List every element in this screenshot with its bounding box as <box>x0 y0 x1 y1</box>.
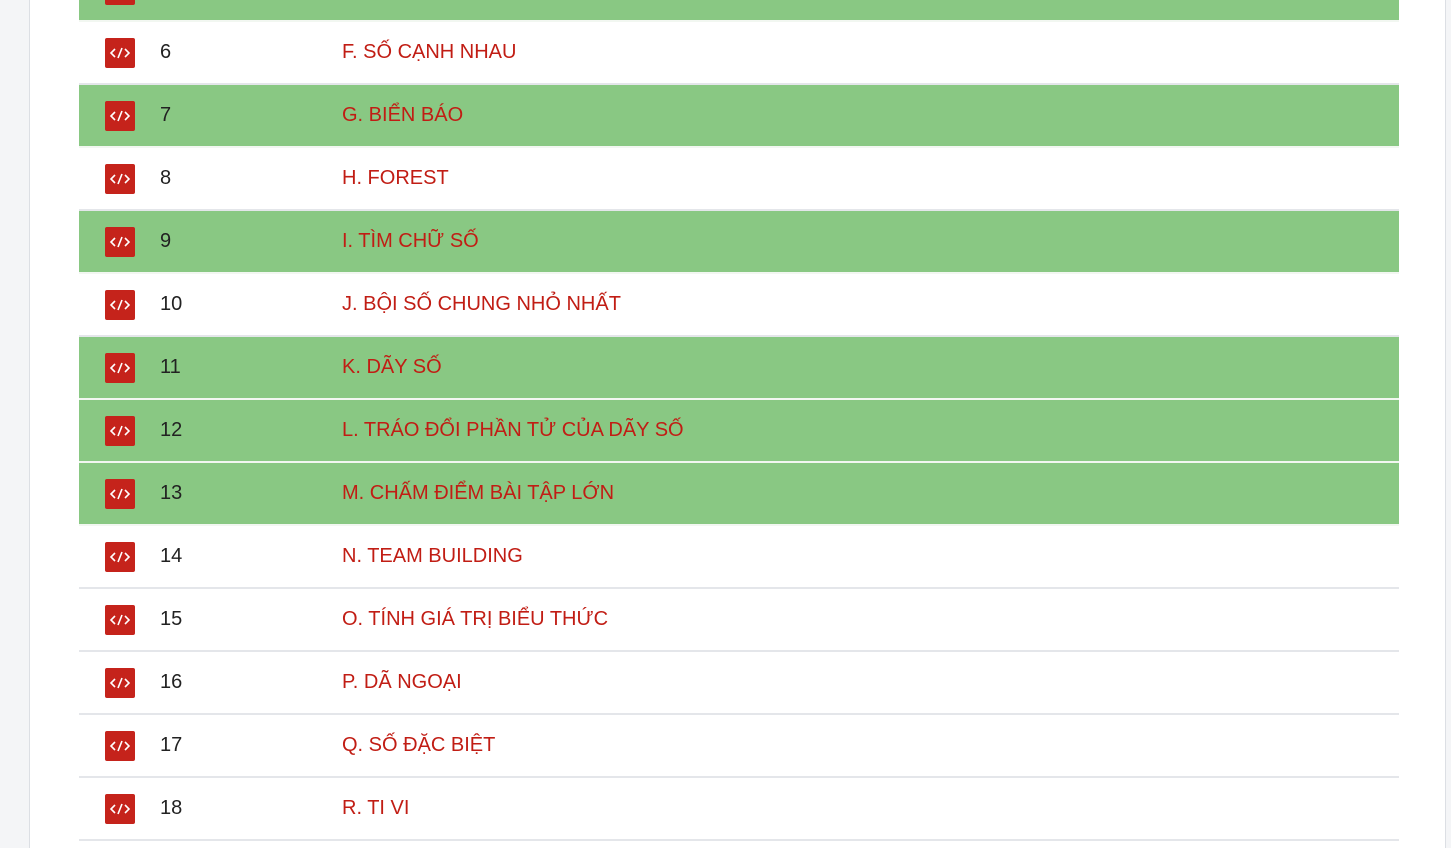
problem-row: 14 N. TEAM BUILDING <box>79 526 1399 589</box>
view-code-button[interactable] <box>105 290 135 320</box>
code-icon <box>109 299 131 311</box>
problem-title-link[interactable]: M. CHẤM ĐIỂM BÀI TẬP LỚN <box>342 463 614 524</box>
problem-number: 5 <box>160 0 171 20</box>
view-code-button[interactable] <box>105 0 135 5</box>
problem-title-link[interactable]: G. BIỂN BÁO <box>342 85 463 146</box>
problem-number: 16 <box>160 671 183 693</box>
problem-number: 14 <box>160 545 183 567</box>
code-icon <box>109 236 131 248</box>
view-code-button[interactable] <box>105 227 135 257</box>
view-code-button[interactable] <box>105 479 135 509</box>
problem-number: 17 <box>160 734 183 756</box>
problem-row: 10 J. BỘI SỐ CHUNG NHỎ NHẤT <box>79 274 1399 337</box>
code-icon <box>109 173 131 185</box>
code-icon <box>109 425 131 437</box>
code-icon <box>109 110 131 122</box>
view-code-button[interactable] <box>105 731 135 761</box>
code-icon <box>109 488 131 500</box>
problem-list-card: 5 E. ĐIỆP 6 F. SỐ CẠNH NHAU 7 G. BIỂN BÁO 8 H. … <box>29 0 1446 848</box>
view-code-button[interactable] <box>105 794 135 824</box>
problem-title-link[interactable]: F. SỐ CẠNH NHAU <box>342 22 516 83</box>
problem-number: 13 <box>160 482 183 504</box>
problem-row: 18 R. TI VI <box>79 778 1399 841</box>
problem-row: 8 H. FOREST <box>79 148 1399 211</box>
code-icon <box>109 740 131 752</box>
code-icon <box>109 362 131 374</box>
view-code-button[interactable] <box>105 164 135 194</box>
view-code-button[interactable] <box>105 353 135 383</box>
view-code-button[interactable] <box>105 605 135 635</box>
problem-row: 13 M. CHẤM ĐIỂM BÀI TẬP LỚN <box>79 463 1399 526</box>
code-icon <box>109 551 131 563</box>
problem-title-link[interactable]: I. TÌM CHỮ SỐ <box>342 211 479 272</box>
problem-row: 16 P. DÃ NGOẠI <box>79 652 1399 715</box>
view-code-button[interactable] <box>105 416 135 446</box>
problem-row: 11 K. DÃY SỐ <box>79 337 1399 400</box>
code-icon <box>109 47 131 59</box>
code-icon <box>109 803 131 815</box>
problem-table: 5 E. ĐIỆP 6 F. SỐ CẠNH NHAU 7 G. BIỂN BÁO 8 H. … <box>79 0 1399 841</box>
problem-number: 15 <box>160 608 183 630</box>
problem-number: 9 <box>160 230 172 252</box>
problem-number: 18 <box>160 797 183 819</box>
problem-row: 9 I. TÌM CHỮ SỐ <box>79 211 1399 274</box>
problem-title-link[interactable]: Q. SỐ ĐẶC BIỆT <box>342 715 495 776</box>
problem-row: 12 L. TRÁO ĐỔI PHẦN TỬ CỦA DÃY SỐ <box>79 400 1399 463</box>
view-code-button[interactable] <box>105 668 135 698</box>
problem-title-link[interactable]: K. DÃY SỐ <box>342 337 442 398</box>
problem-title-link[interactable]: R. TI VI <box>342 778 409 839</box>
problem-title-link[interactable]: N. TEAM BUILDING <box>342 526 523 587</box>
problem-number: 11 <box>160 356 181 378</box>
problem-row: 5 E. ĐIỆP <box>79 0 1399 22</box>
problem-number: 12 <box>160 419 183 441</box>
problem-number: 6 <box>160 41 172 63</box>
view-code-button[interactable] <box>105 38 135 68</box>
problem-row: 6 F. SỐ CẠNH NHAU <box>79 22 1399 85</box>
problem-number: 8 <box>160 167 172 189</box>
problem-number: 10 <box>160 293 183 315</box>
problem-title-link[interactable]: H. FOREST <box>342 148 449 209</box>
code-icon <box>109 614 131 626</box>
code-icon <box>109 677 131 689</box>
view-code-button[interactable] <box>105 542 135 572</box>
view-code-button[interactable] <box>105 101 135 131</box>
problem-title-link[interactable]: J. BỘI SỐ CHUNG NHỎ NHẤT <box>342 274 621 335</box>
problem-title-link[interactable]: L. TRÁO ĐỔI PHẦN TỬ CỦA DÃY SỐ <box>342 400 684 461</box>
problem-row: 15 O. TÍNH GIÁ TRỊ BIỂU THỨC <box>79 589 1399 652</box>
problem-title-link[interactable]: O. TÍNH GIÁ TRỊ BIỂU THỨC <box>342 589 608 650</box>
problem-number: 7 <box>160 104 172 126</box>
problem-row: 7 G. BIỂN BÁO <box>79 85 1399 148</box>
problem-title-link[interactable]: E. ĐIỆP <box>342 0 413 20</box>
problem-row: 17 Q. SỐ ĐẶC BIỆT <box>79 715 1399 778</box>
problem-title-link[interactable]: P. DÃ NGOẠI <box>342 652 462 713</box>
